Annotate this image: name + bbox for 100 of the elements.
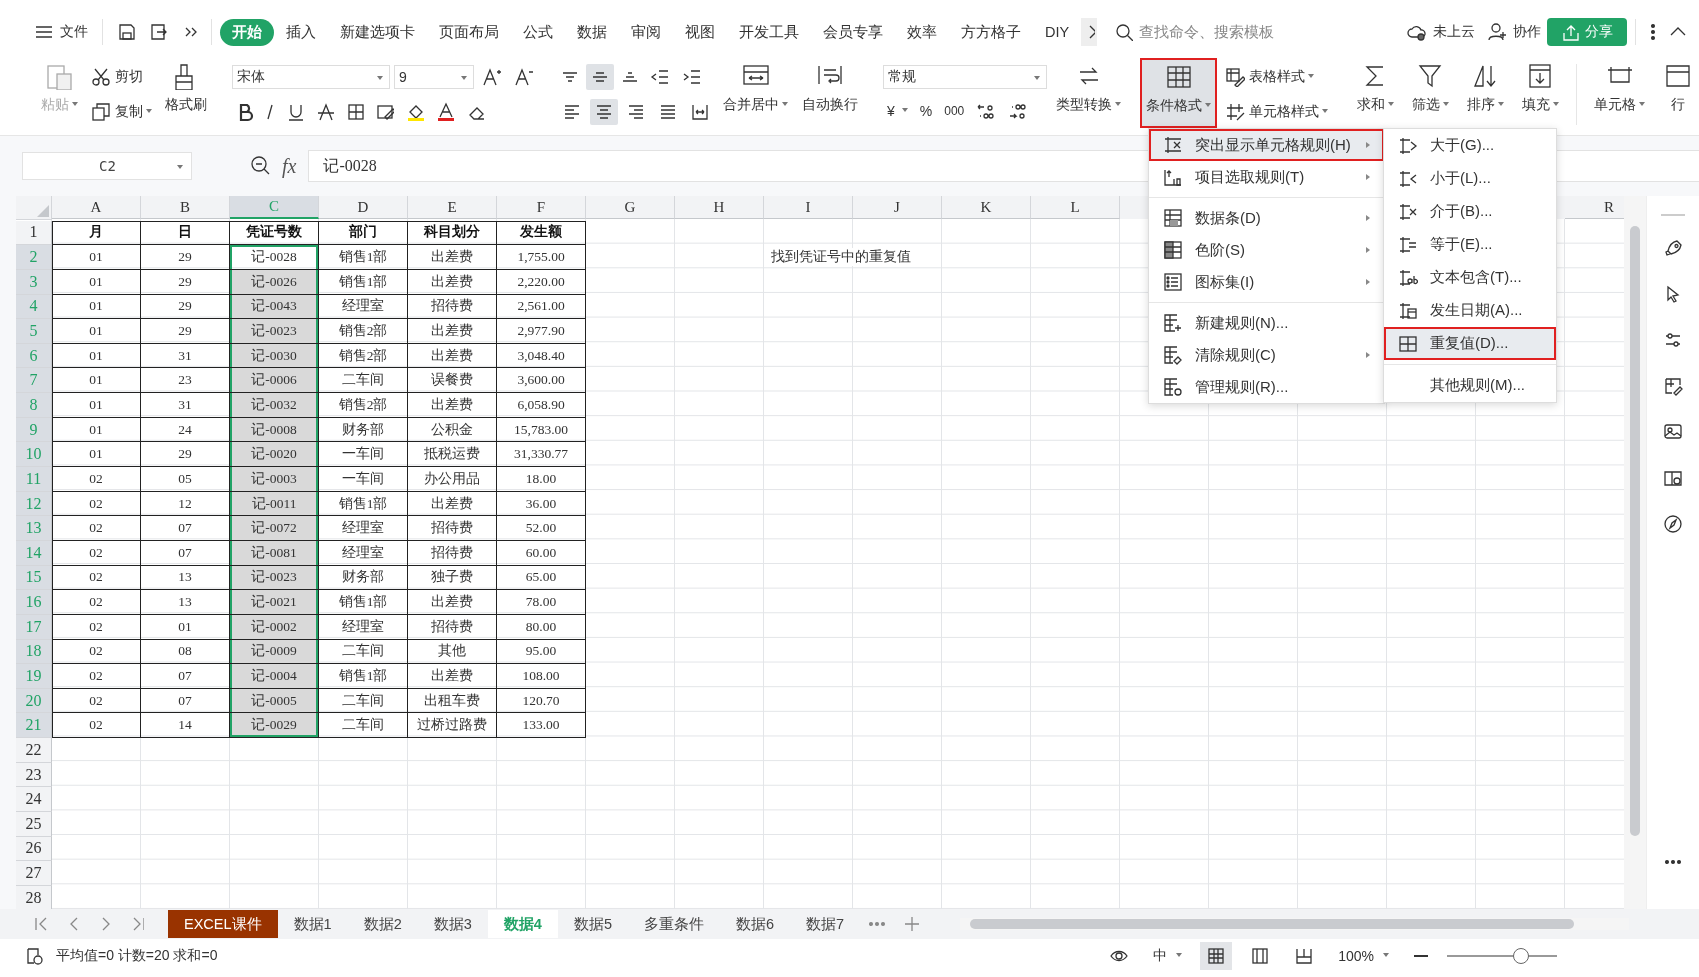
column-header[interactable]: A	[52, 196, 141, 219]
function-label[interactable]: fx	[282, 154, 297, 178]
table-cell: 招待费	[408, 614, 497, 640]
row-header[interactable]: 22	[16, 738, 52, 763]
menu-item[interactable]: 重复值(D)...	[1384, 327, 1556, 360]
menu-item[interactable]: 介于(B)...	[1384, 195, 1556, 228]
input-mode-button[interactable]: 中	[1147, 943, 1189, 969]
wrap-button[interactable]: 自动换行	[797, 58, 863, 128]
header-cell: 月	[52, 220, 141, 246]
cell-button[interactable]: 单元格	[1589, 58, 1650, 128]
align-center-button[interactable]	[590, 98, 618, 125]
grid-button[interactable]: 条件格式	[1140, 58, 1217, 128]
column-header[interactable]: K	[942, 196, 1031, 219]
table-style-button[interactable]: 表格样式	[1221, 64, 1332, 91]
scroll-tabs-button[interactable]	[1081, 18, 1098, 46]
row-header[interactable]: 28	[16, 885, 52, 909]
table-cell: 公积金	[408, 417, 497, 443]
ribbon-tab[interactable]: 数据	[565, 18, 619, 46]
collaborate-button[interactable]: 协作	[1481, 18, 1548, 46]
row-header[interactable]: 26	[16, 836, 52, 862]
column-header[interactable]: I	[764, 196, 853, 219]
cut-button[interactable]: 剪切	[87, 64, 156, 91]
menu-item[interactable]: 清除规则(C)	[1149, 339, 1384, 371]
ribbon-tab[interactable]: 效率	[895, 18, 949, 46]
menu-item[interactable]: 其他规则(M)...	[1384, 369, 1556, 402]
sheet-tab[interactable]: 数据1	[277, 910, 348, 938]
menu-item[interactable]: 图标集(I)	[1149, 266, 1384, 298]
table-cell: 2,561.00	[497, 294, 586, 320]
column-header[interactable]: H	[675, 196, 764, 219]
note-text: 找到凭证号中的重复值	[770, 248, 912, 267]
column-header[interactable]: F	[497, 196, 586, 219]
normal-view-button[interactable]	[1200, 942, 1233, 970]
row-header[interactable]: 25	[16, 812, 52, 837]
sheet-tab[interactable]: 数据6	[719, 910, 791, 938]
table-cell: 二车间	[319, 368, 408, 394]
brush-button[interactable]: 格式刷	[160, 58, 212, 128]
sheet-tab[interactable]: 数据3	[417, 910, 488, 938]
row-header[interactable]: 24	[16, 787, 52, 812]
ribbon-tab[interactable]: 审阅	[619, 18, 673, 46]
row-col-icon	[1663, 62, 1693, 90]
font-size-select[interactable]: 9	[394, 65, 474, 90]
filter-button[interactable]: 筛选	[1407, 58, 1454, 128]
column-header[interactable]: E	[408, 196, 497, 219]
menu-item[interactable]: 管理规则(R)...	[1149, 371, 1384, 403]
menu-item[interactable]: 色阶(S)	[1149, 234, 1384, 266]
ribbon-tab[interactable]: 新建选项卡	[328, 18, 427, 46]
zoom-menu[interactable]: 100%	[1332, 944, 1395, 968]
ribbon-tab[interactable]: 视图	[673, 18, 727, 46]
row-header[interactable]: 23	[16, 762, 52, 788]
merge-button[interactable]: 合并居中	[718, 58, 793, 128]
name-box[interactable]: C2	[22, 152, 192, 180]
italic-icon	[266, 103, 274, 120]
sheet-tab[interactable]: 多重条件	[627, 910, 720, 938]
zoom-icon	[250, 155, 272, 177]
slider-thumb[interactable]	[1512, 948, 1529, 964]
sort-button[interactable]: 排序	[1462, 58, 1509, 128]
ribbon-tab[interactable]: DIY	[1033, 20, 1082, 44]
row-header[interactable]: 1	[16, 220, 52, 246]
menu-item[interactable]: 新建规则(N)...	[1149, 307, 1384, 339]
row-col-button[interactable]: 行	[1658, 58, 1698, 128]
sheet-tab[interactable]: 数据7	[790, 910, 861, 938]
cell-style-button[interactable]: 单元格样式	[1221, 98, 1332, 125]
row-header[interactable]: 27	[16, 861, 52, 886]
ribbon-tab[interactable]: 插入	[274, 18, 328, 46]
column-header[interactable]: L	[1031, 196, 1120, 219]
menu-item[interactable]: 数据条(D)	[1149, 202, 1384, 234]
ribbon-tab[interactable]: 开发工具	[727, 18, 811, 46]
file-menu[interactable]: 文件	[28, 18, 94, 46]
convert-button[interactable]: 类型转换	[1051, 58, 1126, 128]
copy-button[interactable]: 复制	[87, 98, 156, 125]
table-cell: 02	[52, 688, 141, 714]
percent-button[interactable]: %	[915, 100, 937, 123]
cloud-button[interactable]: 未上云	[1401, 18, 1482, 46]
currency-button[interactable]: ¥	[883, 100, 912, 123]
sheet-tab[interactable]: EXCEL课件	[168, 910, 278, 938]
ribbon-tab[interactable]: 页面布局	[427, 18, 511, 46]
menu-item[interactable]: 文本包含(T)...	[1384, 261, 1556, 294]
table-cell: 02	[52, 639, 141, 665]
menu-item[interactable]: 突出显示单元格规则(H)	[1149, 129, 1384, 161]
table-cell: 误餐费	[408, 368, 497, 394]
sigma-button[interactable]: 求和	[1352, 58, 1399, 128]
sheet-tab[interactable]: 数据5	[557, 910, 628, 938]
ribbon-tab[interactable]: 公式	[511, 18, 565, 46]
vertical-scrollbar[interactable]	[1624, 196, 1647, 909]
ribbon-tab[interactable]: 方方格子	[949, 18, 1033, 46]
thousands-button[interactable]: 000	[940, 101, 969, 122]
column-header[interactable]: B	[141, 196, 230, 219]
ribbon-tab[interactable]: 会员专享	[811, 18, 895, 46]
column-header[interactable]: G	[586, 196, 675, 219]
menu-item[interactable]: 发生日期(A)...	[1384, 294, 1556, 327]
column-header[interactable]: J	[853, 196, 942, 219]
table-cell: 销售1部	[319, 269, 408, 295]
font-select[interactable]: 宋体	[232, 65, 390, 90]
menu-item[interactable]: 等于(E)...	[1384, 228, 1556, 261]
sheet-tab[interactable]: 数据2	[347, 910, 418, 938]
align-middle-button[interactable]	[586, 64, 614, 91]
column-header[interactable]: D	[319, 196, 408, 219]
number-format-select[interactable]: 常规	[883, 64, 1047, 89]
fill-down-button[interactable]: 填充	[1517, 58, 1564, 128]
search-field[interactable]: 查找命令、搜索模板	[1137, 23, 1402, 41]
